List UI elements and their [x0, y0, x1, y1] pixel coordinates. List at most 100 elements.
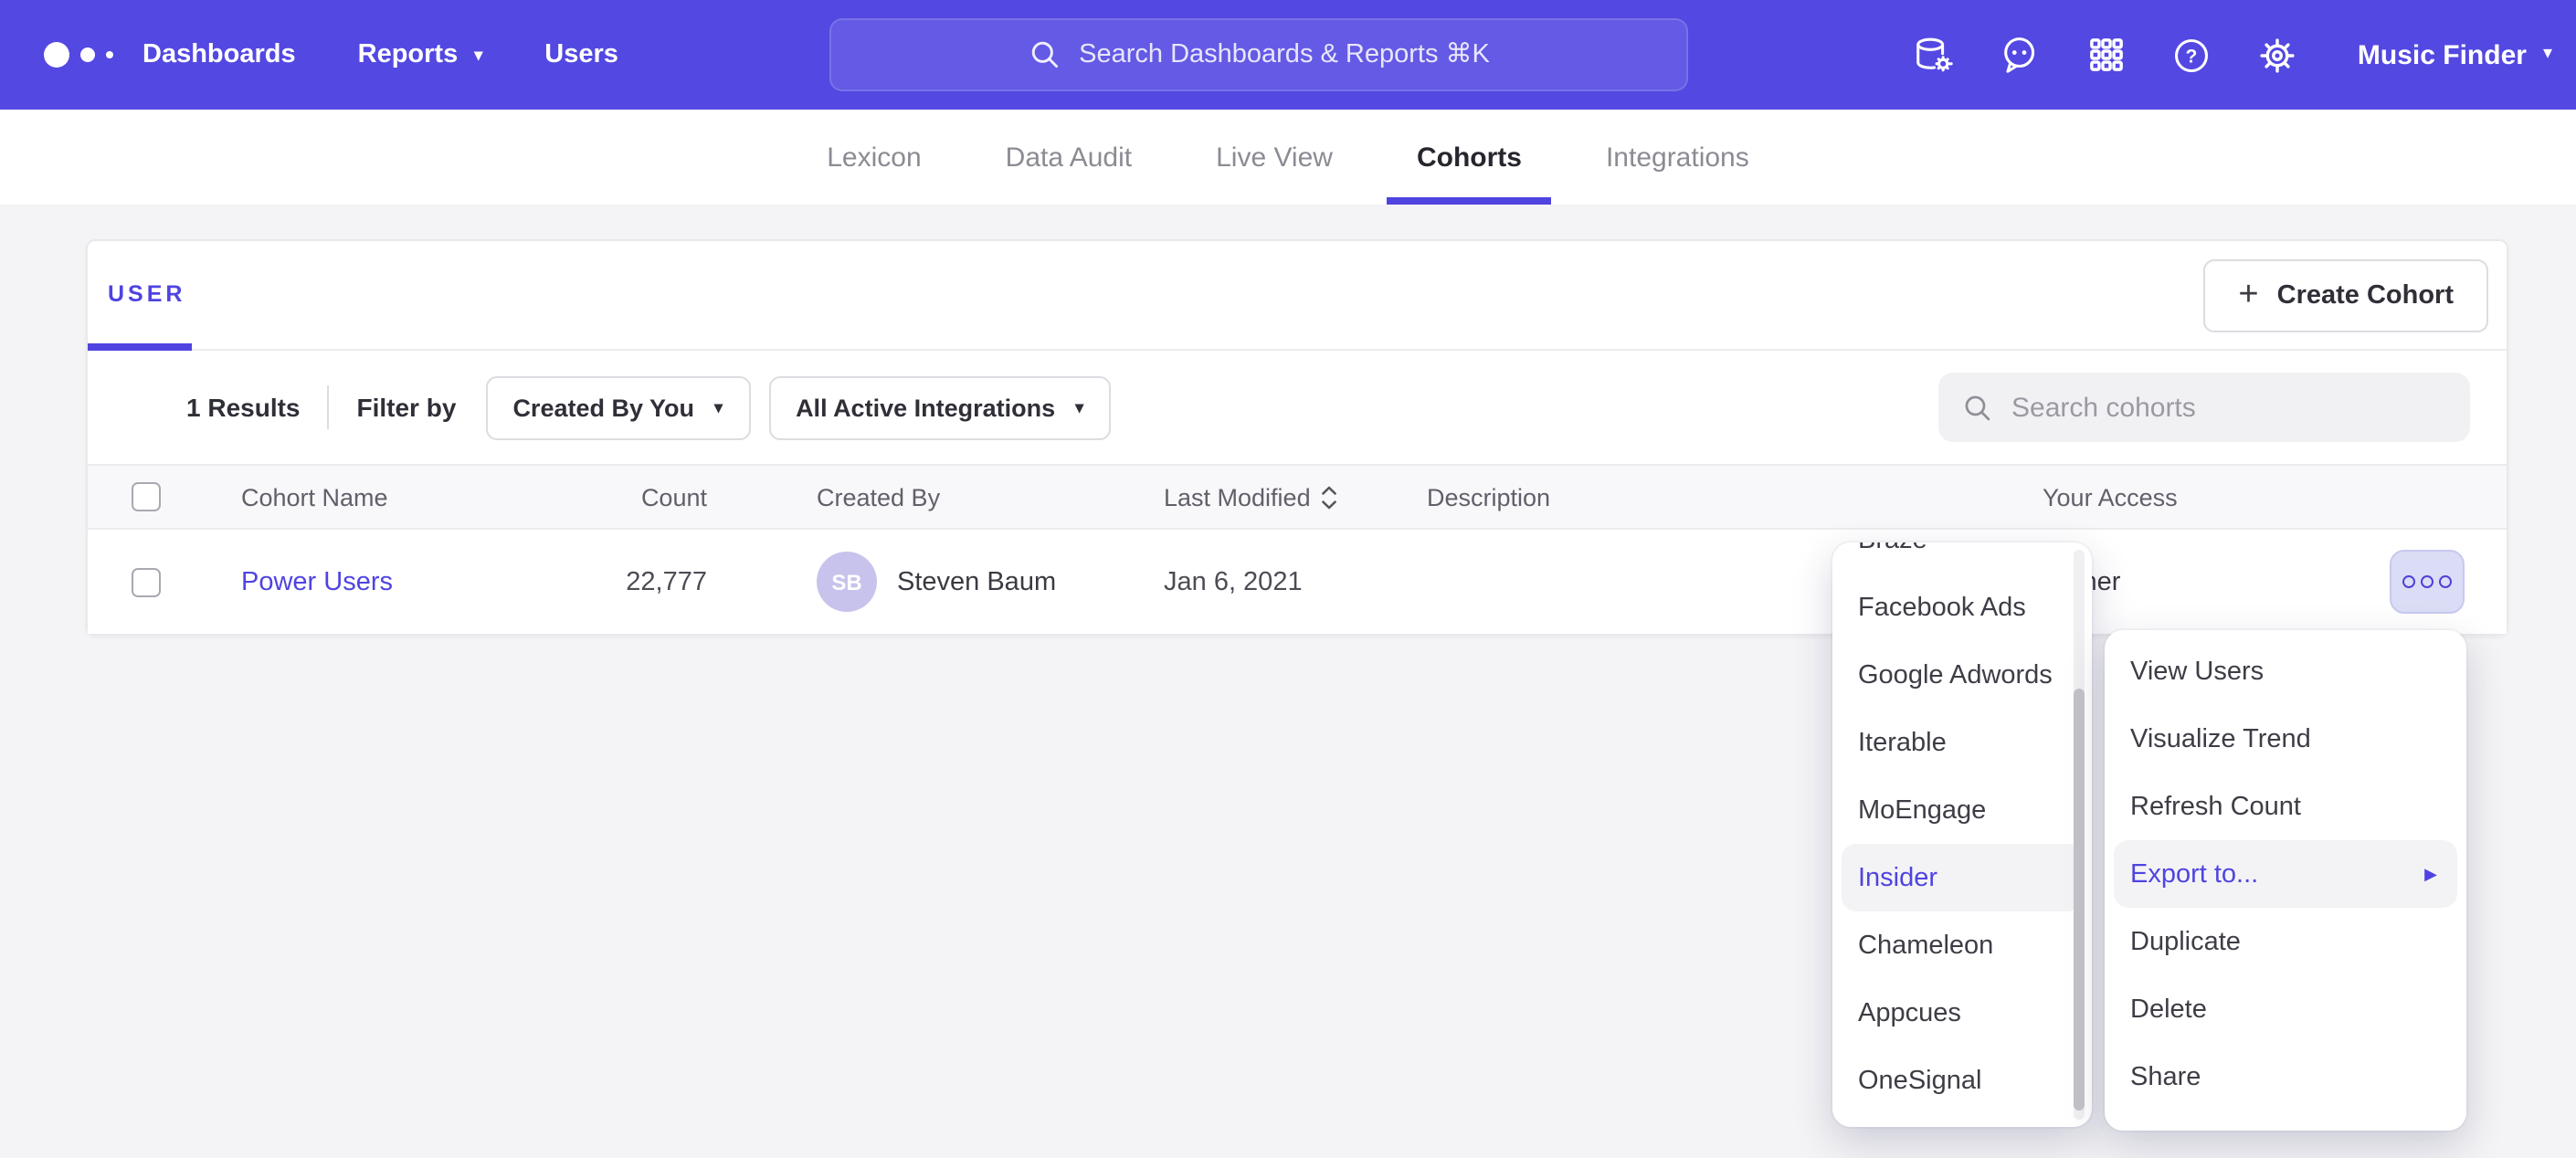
search-cohorts-input[interactable]: Search cohorts: [1938, 373, 2470, 442]
tab-user-cohorts[interactable]: USER: [108, 281, 185, 307]
column-header-your-access: Your Access: [2043, 483, 2507, 511]
help-icon[interactable]: ?: [2171, 34, 2213, 76]
last-modified-date: Jan 6, 2021: [1164, 567, 1427, 596]
logo-dot-large: [44, 42, 69, 68]
integrations-filter-value: All Active Integrations: [796, 394, 1055, 421]
tab-label: Cohorts: [1417, 142, 1522, 173]
global-search-input[interactable]: Search Dashboards & Reports ⌘K: [829, 18, 1688, 91]
mixpanel-logo-icon[interactable]: [44, 0, 113, 110]
chevron-down-icon: ▾: [474, 47, 482, 63]
search-cohorts-placeholder: Search cohorts: [2011, 392, 2196, 423]
tab-cohorts[interactable]: Cohorts: [1417, 110, 1522, 205]
menu-item-export-to[interactable]: Export to... ▶: [2114, 840, 2457, 908]
table-header: Cohort Name Count Created By Last Modifi…: [88, 464, 2507, 530]
results-count: 1 Results: [186, 393, 301, 422]
project-switcher[interactable]: Music Finder ▾: [2358, 39, 2552, 70]
select-all-checkbox[interactable]: [132, 482, 161, 511]
menu-item-google-adwords[interactable]: Google Adwords: [1832, 641, 2092, 709]
nav-item-dashboards[interactable]: Dashboards: [143, 40, 296, 69]
menu-item-braze[interactable]: Braze: [1832, 542, 2092, 574]
chevron-down-icon: ▾: [1075, 399, 1083, 416]
logo-dot-small: [106, 51, 113, 58]
cohort-name-link[interactable]: Power Users: [241, 567, 393, 596]
nav-item-label: Dashboards: [143, 40, 296, 69]
tab-integrations[interactable]: Integrations: [1606, 110, 1749, 205]
svg-text:?: ?: [2186, 46, 2198, 67]
tab-label: Integrations: [1606, 142, 1749, 173]
topnav-items: Dashboards Reports ▾ Users: [143, 0, 618, 110]
column-header-description: Description: [1427, 483, 2043, 511]
logo-dot-medium: [80, 47, 95, 62]
top-navbar: Dashboards Reports ▾ Users Search Dashbo…: [0, 0, 2576, 110]
menu-item-appcues[interactable]: Appcues: [1832, 979, 2092, 1047]
search-icon: [1962, 392, 1993, 423]
search-icon: [1028, 38, 1061, 71]
app: Dashboards Reports ▾ Users Search Dashbo…: [0, 0, 2576, 1158]
settings-gear-icon[interactable]: [2257, 34, 2299, 76]
menu-item-label: Export to...: [2130, 859, 2258, 889]
create-cohort-button[interactable]: + Create Cohort: [2203, 259, 2488, 332]
avatar: SB: [817, 552, 877, 612]
ring-dot-icon: [2421, 575, 2433, 588]
created-by-filter-dropdown[interactable]: Created By You ▾: [485, 375, 750, 439]
divider: [328, 385, 330, 429]
submenu-arrow-icon: ▶: [2424, 866, 2437, 882]
nav-item-label: Reports: [358, 40, 459, 69]
tab-label: Data Audit: [1006, 142, 1132, 173]
your-access-cell: Owner: [2043, 530, 2507, 634]
menu-item-insider[interactable]: Insider: [1842, 844, 2083, 911]
integrations-filter-dropdown[interactable]: All Active Integrations ▾: [768, 375, 1111, 439]
secondary-nav: Lexicon Data Audit Live View Cohorts Int…: [0, 110, 2576, 205]
menu-item-share[interactable]: Share: [2105, 1043, 2466, 1111]
row-checkbox[interactable]: [132, 567, 161, 596]
integration-list: Braze Facebook Ads Google Adwords Iterab…: [1832, 542, 2092, 1114]
menu-item-onesignal[interactable]: OneSignal: [1832, 1047, 2092, 1114]
scrollbar-thumb[interactable]: [2074, 689, 2085, 1111]
menu-item-chameleon[interactable]: Chameleon: [1832, 911, 2092, 979]
menu-item-duplicate[interactable]: Duplicate: [2105, 908, 2466, 975]
create-cohort-label: Create Cohort: [2277, 281, 2454, 311]
user-tab-underline: [88, 343, 192, 351]
feedback-bubble-icon[interactable]: [2000, 34, 2042, 76]
data-management-icon[interactable]: [1914, 34, 1956, 76]
row-more-actions-button[interactable]: [2390, 550, 2465, 614]
menu-item-facebook-ads[interactable]: Facebook Ads: [1832, 574, 2092, 641]
tab-live-view[interactable]: Live View: [1216, 110, 1333, 205]
cohorts-card: USER + Create Cohort 1 Results Filter by…: [86, 239, 2508, 636]
nav-item-reports[interactable]: Reports ▾: [358, 40, 483, 69]
topnav-right: ? Music Finder ▾: [1914, 0, 2552, 110]
column-header-label: Last Modified: [1164, 483, 1311, 511]
table-row: Power Users 22,777 SB Steven Baum Jan 6,…: [88, 530, 2507, 634]
filter-row: 1 Results Filter by Created By You ▾ All…: [88, 351, 2507, 464]
sort-icon: [1322, 485, 1338, 509]
active-tab-underline: [1388, 196, 1551, 205]
column-header-count: Count: [552, 483, 707, 511]
menu-item-iterable[interactable]: Iterable: [1832, 709, 2092, 776]
ring-dot-icon: [2402, 575, 2415, 588]
global-search-placeholder: Search Dashboards & Reports ⌘K: [1079, 40, 1490, 69]
row-actions-context-menu: View Users Visualize Trend Refresh Count…: [2105, 630, 2466, 1131]
project-name: Music Finder: [2358, 39, 2527, 70]
column-header-cohort-name: Cohort Name: [186, 483, 552, 511]
nav-item-users[interactable]: Users: [544, 40, 618, 69]
menu-item-moengage[interactable]: MoEngage: [1832, 776, 2092, 844]
created-by-filter-value: Created By You: [512, 394, 694, 421]
creator-name: Steven Baum: [897, 567, 1056, 596]
tab-label: Lexicon: [827, 142, 921, 173]
plus-icon: +: [2238, 276, 2258, 316]
column-header-last-modified-sort[interactable]: Last Modified: [1164, 483, 1338, 511]
nav-item-label: Users: [544, 40, 618, 69]
chevron-down-icon: ▾: [2543, 46, 2552, 64]
tab-label: Live View: [1216, 142, 1333, 173]
export-integrations-submenu: Braze Facebook Ads Google Adwords Iterab…: [1832, 542, 2092, 1127]
apps-grid-icon[interactable]: [2085, 34, 2127, 76]
menu-item-refresh-count[interactable]: Refresh Count: [2105, 773, 2466, 840]
menu-item-delete[interactable]: Delete: [2105, 975, 2466, 1043]
column-header-created-by: Created By: [817, 483, 1164, 511]
menu-item-view-users[interactable]: View Users: [2105, 637, 2466, 705]
ring-dot-icon: [2439, 575, 2452, 588]
tab-lexicon[interactable]: Lexicon: [827, 110, 921, 205]
tab-data-audit[interactable]: Data Audit: [1006, 110, 1132, 205]
menu-item-visualize-trend[interactable]: Visualize Trend: [2105, 705, 2466, 773]
cohort-count: 22,777: [552, 567, 707, 596]
